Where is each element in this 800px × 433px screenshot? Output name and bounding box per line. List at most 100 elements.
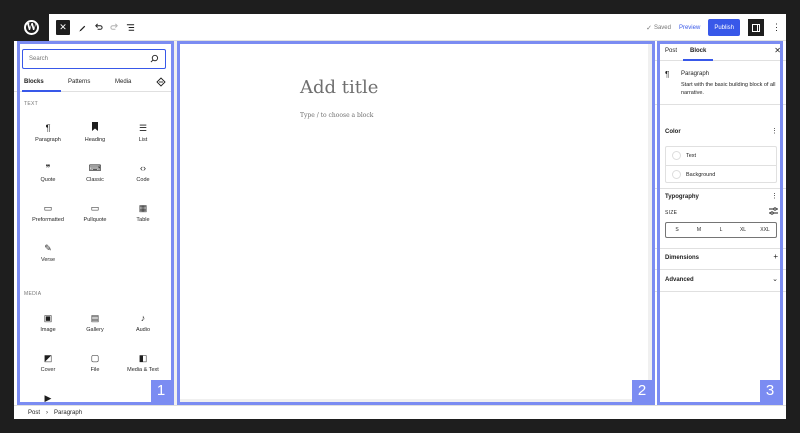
heading-icon [71,121,119,135]
block-card-description: Start with the basic building block of a… [681,82,776,96]
media-text-icon: ◧ [138,353,148,363]
search-icon [150,54,159,65]
typography-options-icon[interactable]: ⋮ [771,192,778,200]
block-list[interactable]: ☰ List [119,117,167,153]
block-image[interactable]: ▣ Image [24,307,72,343]
breadcrumb-paragraph[interactable]: Paragraph [54,410,82,416]
block-label: Gallery [86,327,104,333]
breadcrumb-post[interactable]: Post [28,410,40,416]
block-search-input[interactable]: Search [22,49,166,69]
swatch-icon [672,151,681,160]
block-label: Paragraph [35,137,61,143]
redo-icon[interactable] [108,20,120,35]
color-settings: Text Background [665,146,777,183]
tab-blocks[interactable]: Blocks [24,79,44,85]
block-gallery[interactable]: ▤ Gallery [71,307,119,343]
block-quote[interactable]: ❞ Quote [24,157,72,193]
advanced-panel-heading[interactable]: Advanced [665,277,694,283]
pullquote-icon: ▭ [90,203,100,213]
color-text-label: Text [686,153,697,159]
size-xxl-button[interactable]: XXL [754,223,776,237]
custom-size-icon[interactable] [769,207,778,217]
breadcrumb: Post › Paragraph [14,405,786,419]
color-text-option[interactable]: Text [666,147,776,165]
plus-icon[interactable]: + [773,252,778,261]
sidebar-icon [752,23,760,32]
settings-toggle-button[interactable] [748,19,764,36]
block-pullquote[interactable]: ▭ Pullquote [71,197,119,233]
close-inserter-icon[interactable] [156,77,166,89]
divider [655,291,786,292]
tab-block[interactable]: Block [690,48,706,54]
tab-patterns[interactable]: Patterns [68,79,90,85]
close-icon[interactable]: ✕ [774,46,781,55]
color-background-option[interactable]: Background [666,165,776,183]
color-options-icon[interactable]: ⋮ [771,127,778,135]
file-icon: ▢ [90,353,100,363]
pen-icon[interactable] [76,20,88,35]
block-cover[interactable]: ◩ Cover [24,347,72,383]
keyboard-icon: ⌨ [88,163,102,173]
size-s-button[interactable]: S [666,223,688,237]
block-label: Table [136,217,150,223]
divider [655,269,786,270]
category-text-label: TEXT [24,101,38,107]
preformatted-icon: ▭ [43,203,53,213]
block-table[interactable]: ▦ Table [119,197,167,233]
block-heading[interactable]: Heading [71,117,119,153]
list-icon: ☰ [138,123,148,133]
block-card: ¶ Paragraph Start with the basic buildin… [655,61,786,105]
quote-icon: ❞ [45,163,51,173]
size-xl-button[interactable]: XL [732,223,754,237]
dimensions-panel-heading[interactable]: Dimensions [665,255,699,261]
saved-label: Saved [653,24,671,31]
block-label: Preformatted [32,217,64,223]
block-label: List [138,137,148,143]
toolbar-actions: ✓ Saved Preview Publish ⋮ [646,19,781,36]
editor-toolbar: W ✕ ✓ Saved Preview Publish ⋮ [14,14,786,41]
block-inserter-panel: Search Blocks Patterns Media TEXT ¶ Para… [14,41,174,405]
block-editor: W ✕ ✓ Saved Preview Publish ⋮ Search Blo… [14,14,786,419]
saved-status: ✓ Saved [646,24,671,32]
size-label: SIZE [665,210,678,216]
wordpress-logo-button[interactable]: W [14,14,49,41]
typography-panel-heading[interactable]: Typography [665,194,699,200]
size-l-button[interactable]: L [710,223,732,237]
document-overview-icon[interactable] [124,20,136,35]
divider [655,188,786,189]
block-label: Heading [84,137,106,143]
check-icon: ✓ [646,24,652,32]
close-inserter-button[interactable]: ✕ [56,20,70,35]
block-label: Pullquote [83,217,107,223]
undo-icon[interactable] [92,20,104,35]
preview-button[interactable]: Preview [679,25,700,31]
block-verse[interactable]: ✎ Verse [24,237,72,273]
publish-button[interactable]: Publish [708,19,740,36]
block-label: Media & Text [127,367,159,373]
post-title-input[interactable]: Add title [300,77,378,98]
size-m-button[interactable]: M [688,223,710,237]
block-classic[interactable]: ⌨ Classic [71,157,119,193]
block-label: Audio [135,327,151,333]
block-appender[interactable]: Type / to choose a block [300,112,373,119]
block-preformatted[interactable]: ▭ Preformatted [24,197,72,233]
tab-media[interactable]: Media [115,79,131,85]
block-file[interactable]: ▢ File [71,347,119,383]
canvas-page: Add title Type / to choose a block [180,43,648,399]
chevron-down-icon[interactable]: ⌄ [772,275,778,283]
font-size-picker: S M L XL XXL [665,222,777,238]
category-media-label: MEDIA [24,291,42,297]
divider [655,248,786,249]
block-label: Image [40,327,56,333]
block-label: Quote [40,177,56,183]
tab-post[interactable]: Post [665,48,677,54]
block-audio[interactable]: ♪ Audio [119,307,167,343]
swatch-icon [672,170,681,179]
block-video[interactable]: ▶ [24,387,72,405]
block-label: Classic [86,177,104,183]
block-media-text[interactable]: ◧ Media & Text [119,347,167,383]
block-code[interactable]: ‹› Code [119,157,167,193]
block-paragraph[interactable]: ¶ Paragraph [24,117,72,153]
options-menu-icon[interactable]: ⋮ [772,22,781,33]
color-panel-heading[interactable]: Color [665,129,681,135]
